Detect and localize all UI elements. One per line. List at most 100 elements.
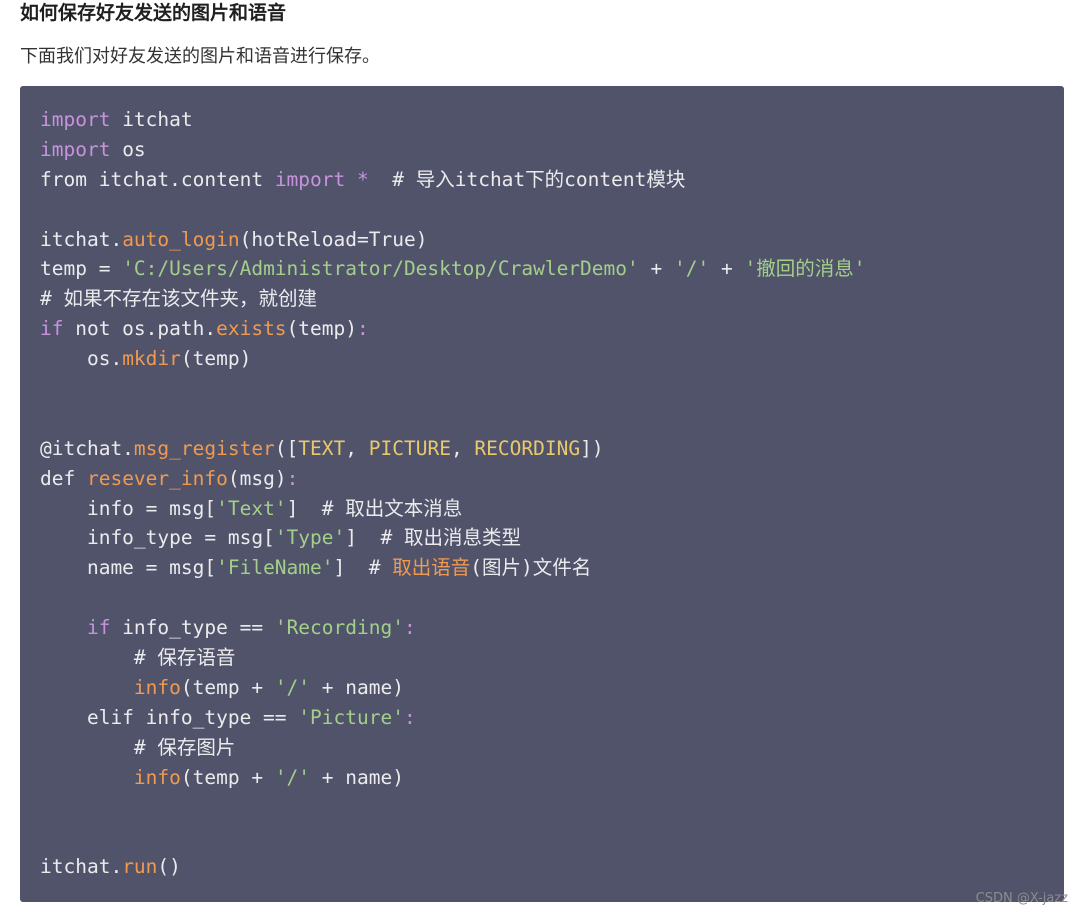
code-line: if not os.path.exists(temp): bbox=[40, 314, 1064, 344]
code-line: name = msg['FileName'] # 取出语音(图片)文件名 bbox=[40, 553, 1064, 583]
code-token-default: @itchat. bbox=[40, 436, 134, 460]
code-token-string: 'Recording' bbox=[274, 616, 404, 640]
code-line: info(temp + '/' + name) bbox=[40, 673, 1064, 703]
code-token-default: info_type == bbox=[110, 616, 275, 640]
code-token-default: ] bbox=[286, 496, 299, 520]
code-token-default: (temp + bbox=[180, 675, 275, 699]
code-token-default bbox=[40, 676, 134, 699]
code-line: info_type = msg['Type'] # 取出消息类型 bbox=[40, 523, 1064, 553]
code-token-constant: RECORDING bbox=[474, 436, 581, 460]
code-token-keyword: import bbox=[274, 167, 346, 191]
code-token-function: resever_info bbox=[86, 466, 228, 490]
code-token-keyword: : bbox=[403, 705, 416, 729]
code-token-comment: # bbox=[345, 556, 393, 580]
code-line: elif info_type == 'Picture': bbox=[40, 703, 1064, 733]
code-line: if info_type == 'Recording': bbox=[40, 613, 1064, 643]
code-token-default: ] bbox=[333, 556, 346, 580]
code-token-keyword: : bbox=[403, 616, 416, 640]
code-token-default: ]) bbox=[580, 436, 604, 460]
code-line: itchat.run() bbox=[40, 852, 1064, 882]
code-token-constant: TEXT bbox=[298, 436, 346, 460]
code-line: itchat.auto_login(hotReload=True) bbox=[40, 225, 1064, 255]
code-token-default: (hotReload=True) bbox=[239, 227, 428, 251]
code-token-default: () bbox=[157, 855, 181, 879]
code-token-default: ] bbox=[345, 526, 358, 550]
code-line: temp = 'C:/Users/Administrator/Desktop/C… bbox=[40, 254, 1064, 284]
code-token-default: (msg) bbox=[227, 466, 287, 490]
code-token-default: elif info_type == bbox=[40, 705, 299, 729]
code-token-default: name = msg[ bbox=[40, 556, 217, 580]
code-token-keyword: if bbox=[40, 616, 111, 640]
code-line: def resever_info(msg): bbox=[40, 464, 1064, 494]
code-line: # 保存图片 bbox=[40, 733, 1064, 763]
code-token-default: , bbox=[450, 436, 475, 460]
code-token-comment: # 导入itchat下的content模块 bbox=[368, 167, 686, 191]
code-token-comment: # 保存图片 bbox=[40, 735, 236, 759]
code-token-keyword: import bbox=[40, 108, 111, 131]
code-token-string: 'Type' bbox=[274, 526, 346, 550]
code-token-comment: (图片)文件名 bbox=[470, 556, 592, 580]
code-token-default: + bbox=[709, 257, 745, 281]
code-token-comment: # 保存语音 bbox=[40, 646, 236, 670]
code-token-default: os bbox=[110, 137, 146, 161]
code-token-comment: # 取出文本消息 bbox=[298, 496, 463, 520]
code-token-string: '撤回的消息' bbox=[744, 257, 866, 281]
code-line: @itchat.msg_register([TEXT, PICTURE, REC… bbox=[40, 434, 1064, 464]
code-line: info(temp + '/' + name) bbox=[40, 763, 1064, 793]
code-token-string: 'Text' bbox=[216, 496, 287, 520]
code-token-default: , bbox=[345, 436, 369, 460]
intro-paragraph: 下面我们对好友发送的图片和语音进行保存。 bbox=[20, 46, 380, 67]
code-line: from itchat.content import * # 导入itchat下… bbox=[40, 165, 1064, 195]
code-line: os.mkdir(temp) bbox=[40, 344, 1064, 374]
code-token-function: info bbox=[133, 675, 181, 699]
code-token-default: + name) bbox=[310, 675, 404, 699]
code-token-default: (temp) bbox=[286, 317, 358, 341]
code-token-default: def bbox=[40, 466, 87, 490]
code-token-function: msg_register bbox=[133, 436, 275, 460]
code-token-function: auto_login bbox=[122, 227, 240, 251]
code-token-default: (temp + bbox=[180, 765, 275, 789]
code-token-constant: PICTURE bbox=[368, 436, 451, 460]
code-token-default: itchat. bbox=[40, 855, 123, 879]
code-token-default: os. bbox=[40, 347, 123, 371]
code-token-default: ([ bbox=[274, 436, 299, 460]
code-token-default: not os.path. bbox=[63, 317, 217, 341]
article-page: 如何保存好友发送的图片和语音 下面我们对好友发送的图片和语音进行保存。 impo… bbox=[0, 0, 1080, 912]
code-token-string: 'FileName' bbox=[216, 556, 334, 580]
code-token-keyword: import bbox=[40, 137, 111, 161]
code-token-default: temp = bbox=[40, 257, 123, 281]
code-token-comment: # 如果不存在该文件夹，就创建 bbox=[40, 287, 317, 311]
code-token-default: info = msg[ bbox=[40, 496, 217, 520]
code-token-function: 取出语音 bbox=[392, 556, 471, 580]
code-token-string: 'C:/Users/Administrator/Desktop/CrawlerD… bbox=[122, 257, 639, 281]
section-heading: 如何保存好友发送的图片和语音 bbox=[20, 2, 287, 24]
code-token-string: '/' bbox=[274, 675, 311, 699]
code-token-keyword: : bbox=[286, 466, 299, 490]
code-token-default: + bbox=[638, 257, 674, 281]
code-token-default: from itchat.content bbox=[40, 167, 275, 191]
code-token-default: itchat. bbox=[40, 227, 123, 251]
code-token-keyword: : bbox=[357, 317, 369, 341]
code-token-default: itchat bbox=[110, 108, 193, 131]
code-token-string: 'Picture' bbox=[298, 705, 404, 729]
code-token-keyword: if bbox=[40, 317, 64, 341]
code-token-function: run bbox=[122, 855, 158, 879]
code-token-default bbox=[345, 168, 357, 191]
code-block: import itchat import os from itchat.conten… bbox=[20, 86, 1064, 902]
code-token-function: info bbox=[133, 765, 181, 789]
watermark: CSDN @X-jazz bbox=[975, 891, 1068, 906]
code-token-keyword: * bbox=[357, 167, 369, 191]
code-token-comment: # 取出消息类型 bbox=[357, 526, 521, 550]
code-token-default: (temp) bbox=[180, 347, 252, 371]
code-token-string: '/' bbox=[673, 257, 710, 281]
code-token-string: '/' bbox=[274, 765, 311, 789]
code-token-function: mkdir bbox=[122, 347, 181, 371]
code-token-default: info_type = msg[ bbox=[40, 526, 275, 550]
code-token-function: exists bbox=[216, 317, 287, 341]
